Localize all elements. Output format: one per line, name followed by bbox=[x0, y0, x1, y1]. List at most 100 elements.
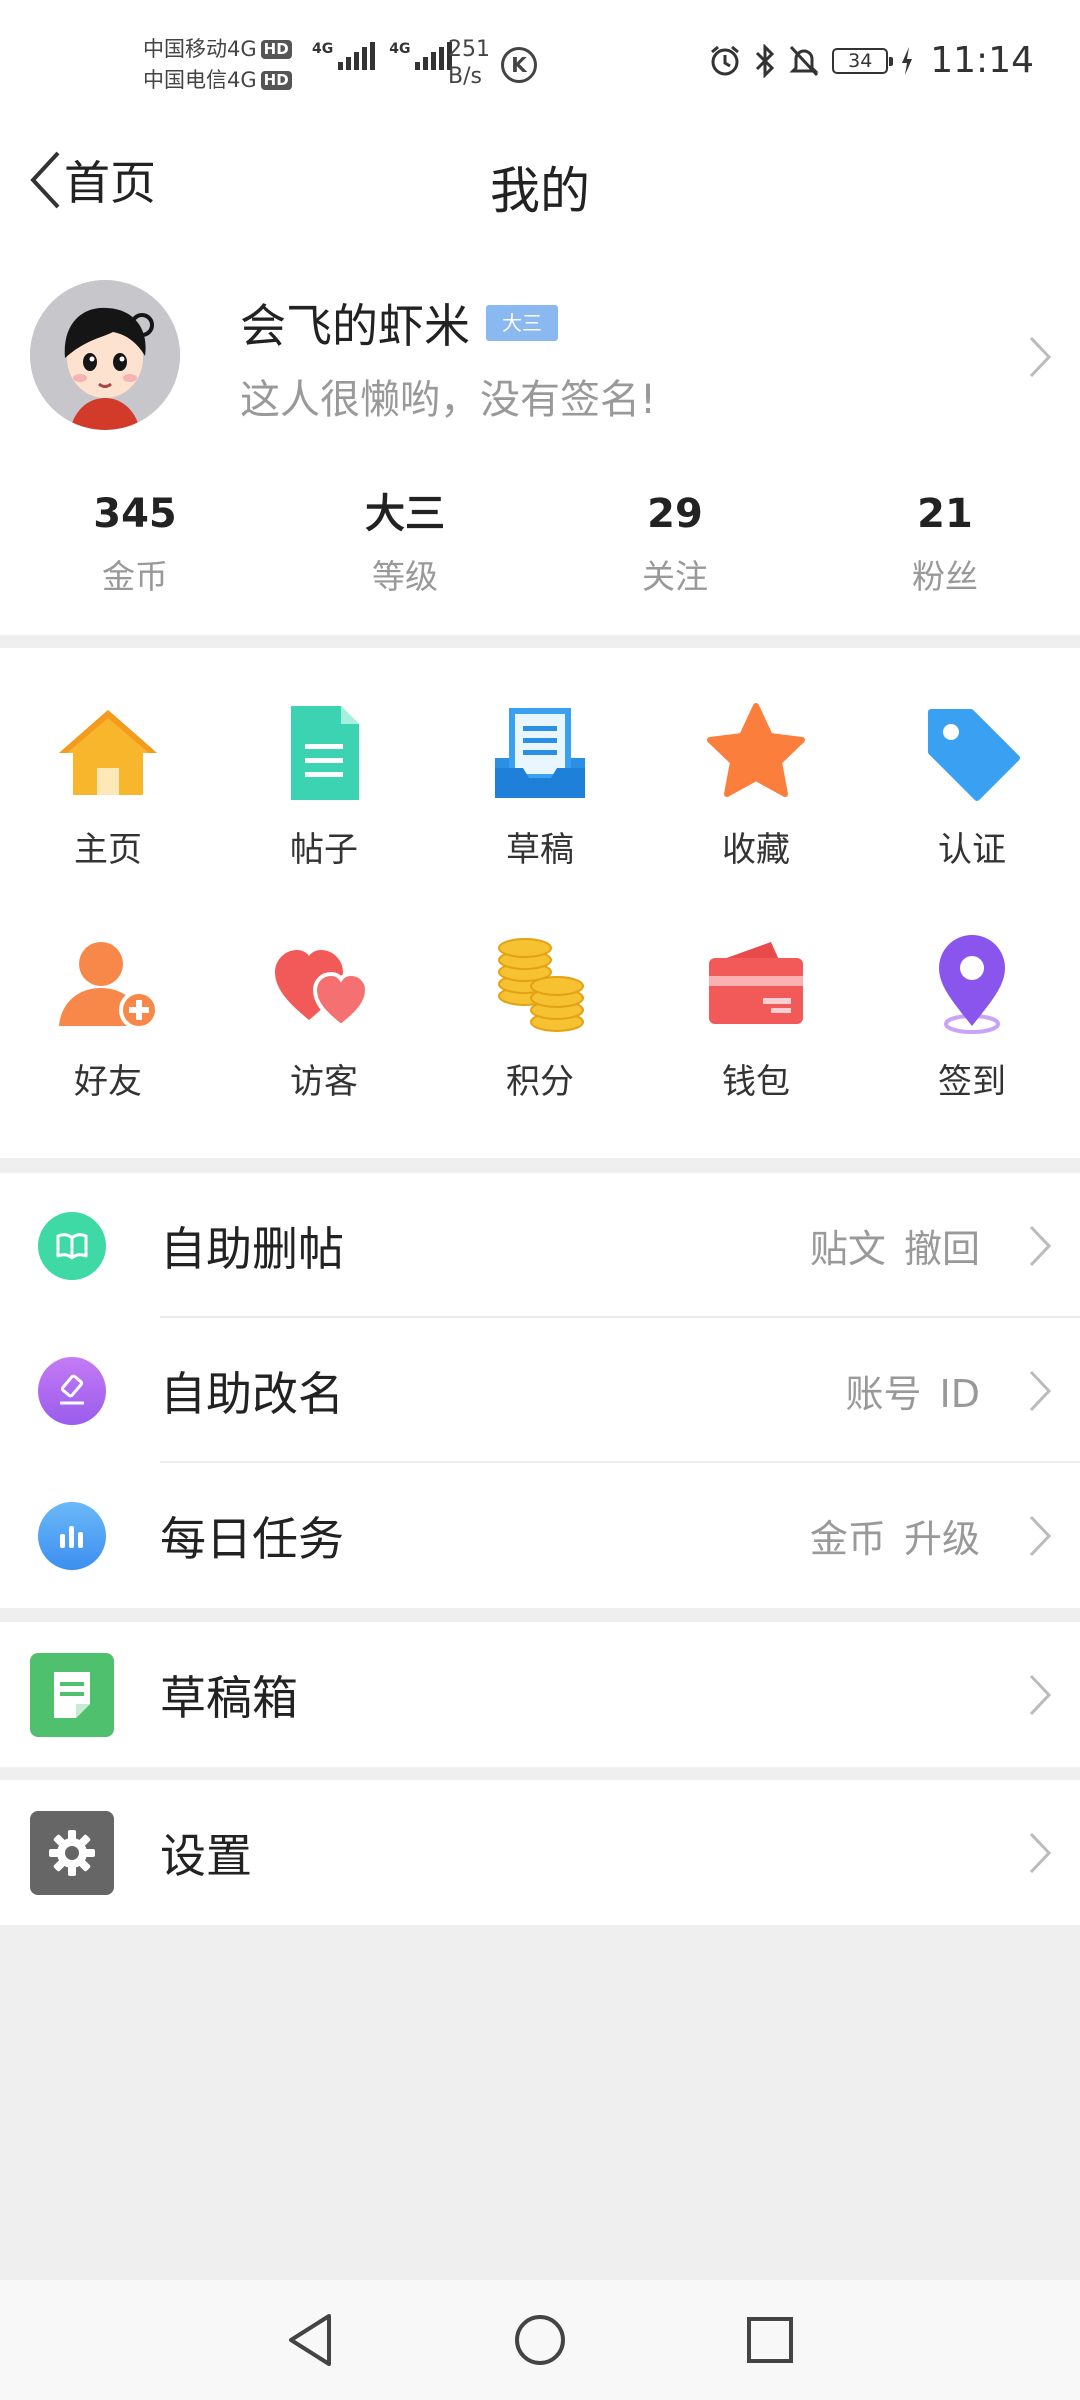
grid-item-label: 钱包 bbox=[722, 1062, 790, 1102]
grid-item-points[interactable]: 积分 bbox=[432, 930, 648, 1103]
charging-icon bbox=[902, 46, 913, 75]
stat-label: 等级 bbox=[372, 557, 438, 596]
grid-item-label: 好友 bbox=[74, 1062, 142, 1102]
grid-item-label: 积分 bbox=[506, 1062, 574, 1102]
list-item-label: 每日任务 bbox=[160, 1511, 344, 1566]
grid-item-label: 签到 bbox=[938, 1062, 1006, 1102]
hd-badge: HD bbox=[260, 40, 292, 59]
clock: 11:14 bbox=[930, 40, 1034, 81]
hearts-icon bbox=[269, 930, 379, 1040]
grid-item-label: 收藏 bbox=[722, 830, 790, 870]
list-item-label: 草稿箱 bbox=[160, 1670, 298, 1725]
grid-row: 主页 帖子 草稿 收藏 认证 bbox=[0, 698, 1080, 871]
wallet-icon bbox=[701, 930, 811, 1040]
grid-row: 好友 访客 积分 钱包 签到 bbox=[0, 930, 1080, 1103]
stat-label: 金币 bbox=[102, 557, 168, 596]
carrier-1: 中国移动4G bbox=[143, 37, 257, 61]
add-friend-icon bbox=[53, 930, 163, 1040]
drafts-section: 草稿箱 bbox=[0, 1622, 1080, 1767]
system-navigation-bar bbox=[0, 2280, 1080, 2400]
alarm-icon bbox=[711, 45, 740, 75]
page-title: 我的 bbox=[490, 162, 590, 220]
bluetooth-icon bbox=[756, 43, 775, 78]
list-item-hint: 贴文 撤回 bbox=[809, 1227, 980, 1271]
stat-level[interactable]: 大三 等级 bbox=[270, 490, 540, 598]
list-item-hint: 账号 ID bbox=[845, 1372, 980, 1416]
username: 会飞的虾米 bbox=[240, 299, 470, 353]
list-item-delete-post[interactable]: 自助删帖 贴文 撤回 bbox=[0, 1173, 1080, 1318]
list-item-daily-tasks[interactable]: 每日任务 金币 升级 bbox=[0, 1463, 1080, 1608]
draft-tray-icon bbox=[485, 698, 595, 808]
document-icon bbox=[269, 698, 379, 808]
chevron-right-icon bbox=[1029, 1225, 1052, 1266]
self-service-list: 自助删帖 贴文 撤回 自助改名 账号 ID 每日任务 金币 升级 bbox=[0, 1173, 1080, 1608]
grid-item-label: 帖子 bbox=[290, 830, 358, 870]
stat-coins[interactable]: 345 金币 bbox=[0, 490, 270, 598]
stat-value: 345 bbox=[93, 491, 177, 537]
battery-icon: 34 bbox=[832, 47, 894, 74]
carrier-info: 中国移动4G HD 中国电信4G HD bbox=[143, 34, 292, 96]
list-item-drafts-box[interactable]: 草稿箱 bbox=[0, 1622, 1080, 1767]
list-item-settings[interactable]: 设置 bbox=[0, 1780, 1080, 1925]
status-icons: 34 11:14 bbox=[708, 40, 1034, 81]
stat-fans[interactable]: 21 粉丝 bbox=[810, 490, 1080, 598]
list-item-rename[interactable]: 自助改名 账号 ID bbox=[0, 1318, 1080, 1463]
star-icon bbox=[701, 698, 811, 808]
grid-item-label: 访客 bbox=[290, 1062, 358, 1102]
network-speed: 251 B/s bbox=[448, 37, 490, 89]
grid-item-friends[interactable]: 好友 bbox=[0, 930, 216, 1103]
bar-chart-icon bbox=[38, 1501, 106, 1570]
avatar-image bbox=[30, 280, 180, 430]
grid-item-label: 主页 bbox=[74, 830, 142, 870]
chevron-right-icon bbox=[1029, 1515, 1052, 1556]
location-pin-icon bbox=[917, 930, 1027, 1040]
list-item-hint: 金币 升级 bbox=[809, 1517, 980, 1561]
chevron-right-icon bbox=[1029, 1370, 1052, 1411]
carrier-2: 中国电信4G bbox=[143, 68, 257, 92]
grid-item-favorites[interactable]: 收藏 bbox=[648, 698, 864, 871]
coins-icon bbox=[485, 930, 595, 1040]
home-nav-icon[interactable] bbox=[510, 2310, 570, 2370]
chevron-right-icon bbox=[1029, 336, 1052, 378]
stat-following[interactable]: 29 关注 bbox=[540, 490, 810, 598]
k-app-icon: K bbox=[501, 47, 537, 83]
feature-grid: 主页 帖子 草稿 收藏 认证 好友 访客 积分 钱包 签到 bbox=[0, 648, 1080, 1158]
avatar[interactable] bbox=[30, 280, 180, 430]
status-bar: 中国移动4G HD 中国电信4G HD 4G 4G 251 B/s K 34 11:… bbox=[0, 0, 1080, 125]
chevron-right-icon bbox=[1029, 1832, 1052, 1873]
profile-card[interactable]: 会飞的虾米 大三 这人很懒哟，没有签名! 345 金币 大三 等级 29 关注 … bbox=[0, 245, 1080, 635]
stat-label: 关注 bbox=[642, 557, 708, 596]
signal-icon: 4G bbox=[312, 42, 376, 70]
home-icon bbox=[53, 698, 163, 808]
stat-value: 大三 bbox=[365, 491, 445, 537]
grid-item-home[interactable]: 主页 bbox=[0, 698, 216, 871]
level-badge: 大三 bbox=[486, 305, 558, 341]
grid-item-drafts[interactable]: 草稿 bbox=[432, 698, 648, 871]
grid-item-label: 认证 bbox=[938, 830, 1006, 870]
signal-strength-icons: 4G 4G bbox=[312, 42, 453, 70]
back-nav-icon[interactable] bbox=[280, 2310, 340, 2370]
grid-item-wallet[interactable]: 钱包 bbox=[648, 930, 864, 1103]
app-header: 首页 我的 bbox=[0, 125, 1080, 245]
gavel-icon bbox=[38, 1356, 106, 1425]
signal-icon: 4G bbox=[389, 42, 453, 70]
chevron-right-icon bbox=[1029, 1674, 1052, 1715]
settings-section: 设置 bbox=[0, 1780, 1080, 1925]
gear-icon bbox=[30, 1810, 114, 1895]
stats-row: 345 金币 大三 等级 29 关注 21 粉丝 bbox=[0, 490, 1080, 598]
grid-item-visitors[interactable]: 访客 bbox=[216, 930, 432, 1103]
grid-item-checkin[interactable]: 签到 bbox=[864, 930, 1080, 1103]
stat-value: 29 bbox=[647, 491, 703, 537]
hd-badge: HD bbox=[260, 71, 292, 90]
recents-nav-icon[interactable] bbox=[740, 2310, 800, 2370]
stat-value: 21 bbox=[917, 491, 973, 537]
note-icon bbox=[30, 1652, 114, 1737]
mute-bell-icon bbox=[789, 45, 819, 76]
signature: 这人很懒哟，没有签名! bbox=[240, 377, 657, 423]
tag-icon bbox=[917, 698, 1027, 808]
stat-label: 粉丝 bbox=[912, 557, 978, 596]
book-icon bbox=[38, 1211, 106, 1280]
grid-item-verify[interactable]: 认证 bbox=[864, 698, 1080, 871]
list-item-label: 自助删帖 bbox=[160, 1221, 344, 1276]
grid-item-posts[interactable]: 帖子 bbox=[216, 698, 432, 871]
